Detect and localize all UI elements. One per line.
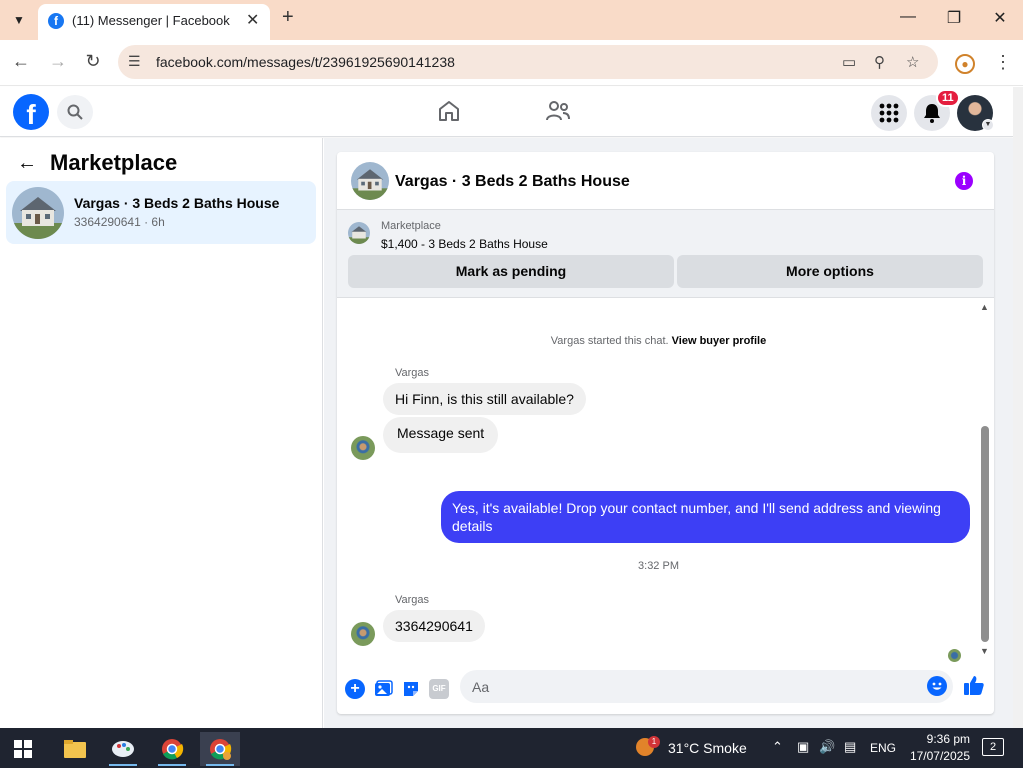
browser-tab[interactable]: f (11) Messenger | Facebook ✕ (38, 4, 270, 40)
network-icon[interactable]: ▤ (844, 739, 856, 755)
action-center-count: 2 (990, 741, 997, 753)
facebook-top-nav: f 11 ▼ (0, 87, 1013, 137)
clock-time[interactable]: 9:36 pm (900, 732, 970, 746)
windows-start-icon[interactable] (14, 740, 32, 761)
tab-close-icon[interactable]: ✕ (246, 10, 259, 30)
plus-icon[interactable]: + (345, 679, 365, 699)
address-bar[interactable]: ☰ facebook.com/messages/t/23961925690141… (118, 45, 938, 79)
volume-icon[interactable]: 🔊 (819, 739, 835, 755)
friends-icon[interactable] (545, 99, 571, 126)
facebook-logo-icon[interactable]: f (13, 94, 49, 130)
install-app-icon[interactable]: ▭ (842, 53, 856, 71)
browser-profile-icon[interactable]: ● (955, 54, 975, 74)
thumbs-up-icon[interactable] (963, 674, 985, 699)
back-arrow-icon[interactable]: ← (17, 152, 37, 175)
browser-tab-strip: ▼ f (11) Messenger | Facebook ✕ + — ❐ ✕ (0, 0, 1023, 40)
incoming-message[interactable]: Hi Finn, is this still available? (383, 383, 586, 415)
restore-icon[interactable]: ❐ (939, 8, 969, 28)
tab-search-chevron-icon[interactable]: ▼ (5, 7, 33, 33)
meet-now-icon[interactable]: ▣ (797, 739, 809, 755)
sticker-icon[interactable] (401, 679, 421, 699)
chat-header-thumbnail[interactable] (351, 162, 389, 200)
incoming-message[interactable]: Message sent (383, 417, 499, 453)
conversation-list-panel: ← Marketplace Vargas · 3 Beds 2 Baths Ho… (0, 138, 323, 728)
window-close-icon[interactable]: ✕ (985, 8, 1015, 28)
facebook-favicon-icon: f (48, 13, 64, 29)
scroll-up-icon[interactable]: ▲ (980, 302, 989, 312)
zoom-icon[interactable]: ⚲ (874, 53, 885, 71)
search-icon[interactable] (57, 95, 93, 129)
windows-taskbar: 1 31°C Smoke ⌃ ▣ 🔊 ▤ ENG 9:36 pm 17/07/2… (0, 728, 1023, 768)
site-info-icon[interactable]: ☰ (128, 53, 141, 70)
tray-chevron-up-icon[interactable]: ⌃ (772, 739, 783, 755)
chrome-profile-icon[interactable] (200, 732, 240, 766)
listing-price-title[interactable]: $1,400 - 3 Beds 2 Baths House (381, 237, 548, 251)
menu-grid-icon[interactable] (871, 95, 907, 131)
message-timestamp: 3:32 PM (638, 560, 679, 572)
chat-start-notice: Vargas started this chat. View buyer pro… (337, 335, 980, 347)
minimize-icon[interactable]: — (893, 8, 923, 26)
chat-window: Vargas · 3 Beds 2 Baths House i Marketpl… (337, 152, 994, 714)
listing-banner: Marketplace $1,400 - 3 Beds 2 Baths Hous… (337, 210, 994, 298)
new-tab-icon[interactable]: + (282, 6, 294, 29)
photo-icon[interactable] (373, 679, 393, 699)
sender-avatar[interactable] (351, 436, 375, 460)
chat-header: Vargas · 3 Beds 2 Baths House i (337, 152, 994, 210)
listing-small-thumbnail (348, 222, 370, 244)
browser-menu-icon[interactable]: ⋮ (994, 52, 1012, 73)
message-sender: Vargas (395, 594, 430, 606)
browser-toolbar: ← → ↻ ☰ facebook.com/messages/t/23961925… (0, 40, 1023, 86)
outgoing-message[interactable]: Yes, it's available! Drop your contact n… (441, 491, 970, 543)
page-scrollbar[interactable] (1013, 87, 1023, 728)
home-icon[interactable] (437, 99, 461, 126)
info-icon[interactable]: i (955, 172, 973, 190)
chrome-icon[interactable] (152, 732, 192, 766)
conversation-item[interactable]: Vargas · 3 Beds 2 Baths House 3364290641… (6, 181, 316, 244)
weather-text[interactable]: 31°C Smoke (668, 740, 747, 756)
incoming-message[interactable]: 3364290641 (383, 610, 485, 642)
file-explorer-icon[interactable] (54, 732, 94, 766)
listing-thumbnail (12, 187, 64, 239)
back-icon[interactable]: ← (8, 51, 34, 72)
clock-date[interactable]: 17/07/2025 (900, 749, 970, 763)
gif-icon[interactable]: GIF (429, 679, 449, 699)
message-input[interactable] (460, 670, 953, 703)
emoji-icon[interactable] (927, 676, 947, 696)
paint-app-icon[interactable] (103, 732, 143, 766)
weather-badge: 1 (648, 736, 660, 748)
scroll-down-icon[interactable]: ▼ (980, 646, 989, 656)
chat-start-text: Vargas started this chat. (550, 335, 669, 347)
conversation-title: Vargas · 3 Beds 2 Baths House (74, 195, 280, 211)
notification-badge: 11 (936, 89, 960, 107)
reload-icon[interactable]: ↻ (80, 51, 106, 72)
bookmark-star-icon[interactable]: ☆ (906, 53, 919, 71)
forward-icon[interactable]: → (45, 51, 71, 72)
conversation-subtitle: 3364290641 · 6h (74, 215, 165, 229)
seen-indicator-avatar (948, 649, 961, 662)
sender-avatar[interactable] (351, 622, 375, 646)
chat-title[interactable]: Vargas · 3 Beds 2 Baths House (395, 173, 630, 191)
language-indicator[interactable]: ENG (870, 741, 896, 755)
message-sender: Vargas (395, 367, 430, 379)
message-composer: + GIF (337, 668, 994, 714)
message-scrollbar[interactable] (981, 426, 989, 642)
panel-title: Marketplace (50, 150, 178, 175)
view-buyer-profile-link[interactable]: View buyer profile (672, 335, 767, 347)
message-thread: ▲ ▼ Vargas started this chat. View buyer… (337, 298, 994, 668)
mark-as-pending-button[interactable]: Mark as pending (348, 255, 674, 288)
listing-category: Marketplace (381, 220, 441, 232)
url-text[interactable]: facebook.com/messages/t/2396192569014123… (156, 54, 455, 70)
more-options-button[interactable]: More options (677, 255, 983, 288)
chevron-down-icon[interactable]: ▼ (982, 119, 994, 131)
tab-title: (11) Messenger | Facebook (72, 13, 230, 28)
